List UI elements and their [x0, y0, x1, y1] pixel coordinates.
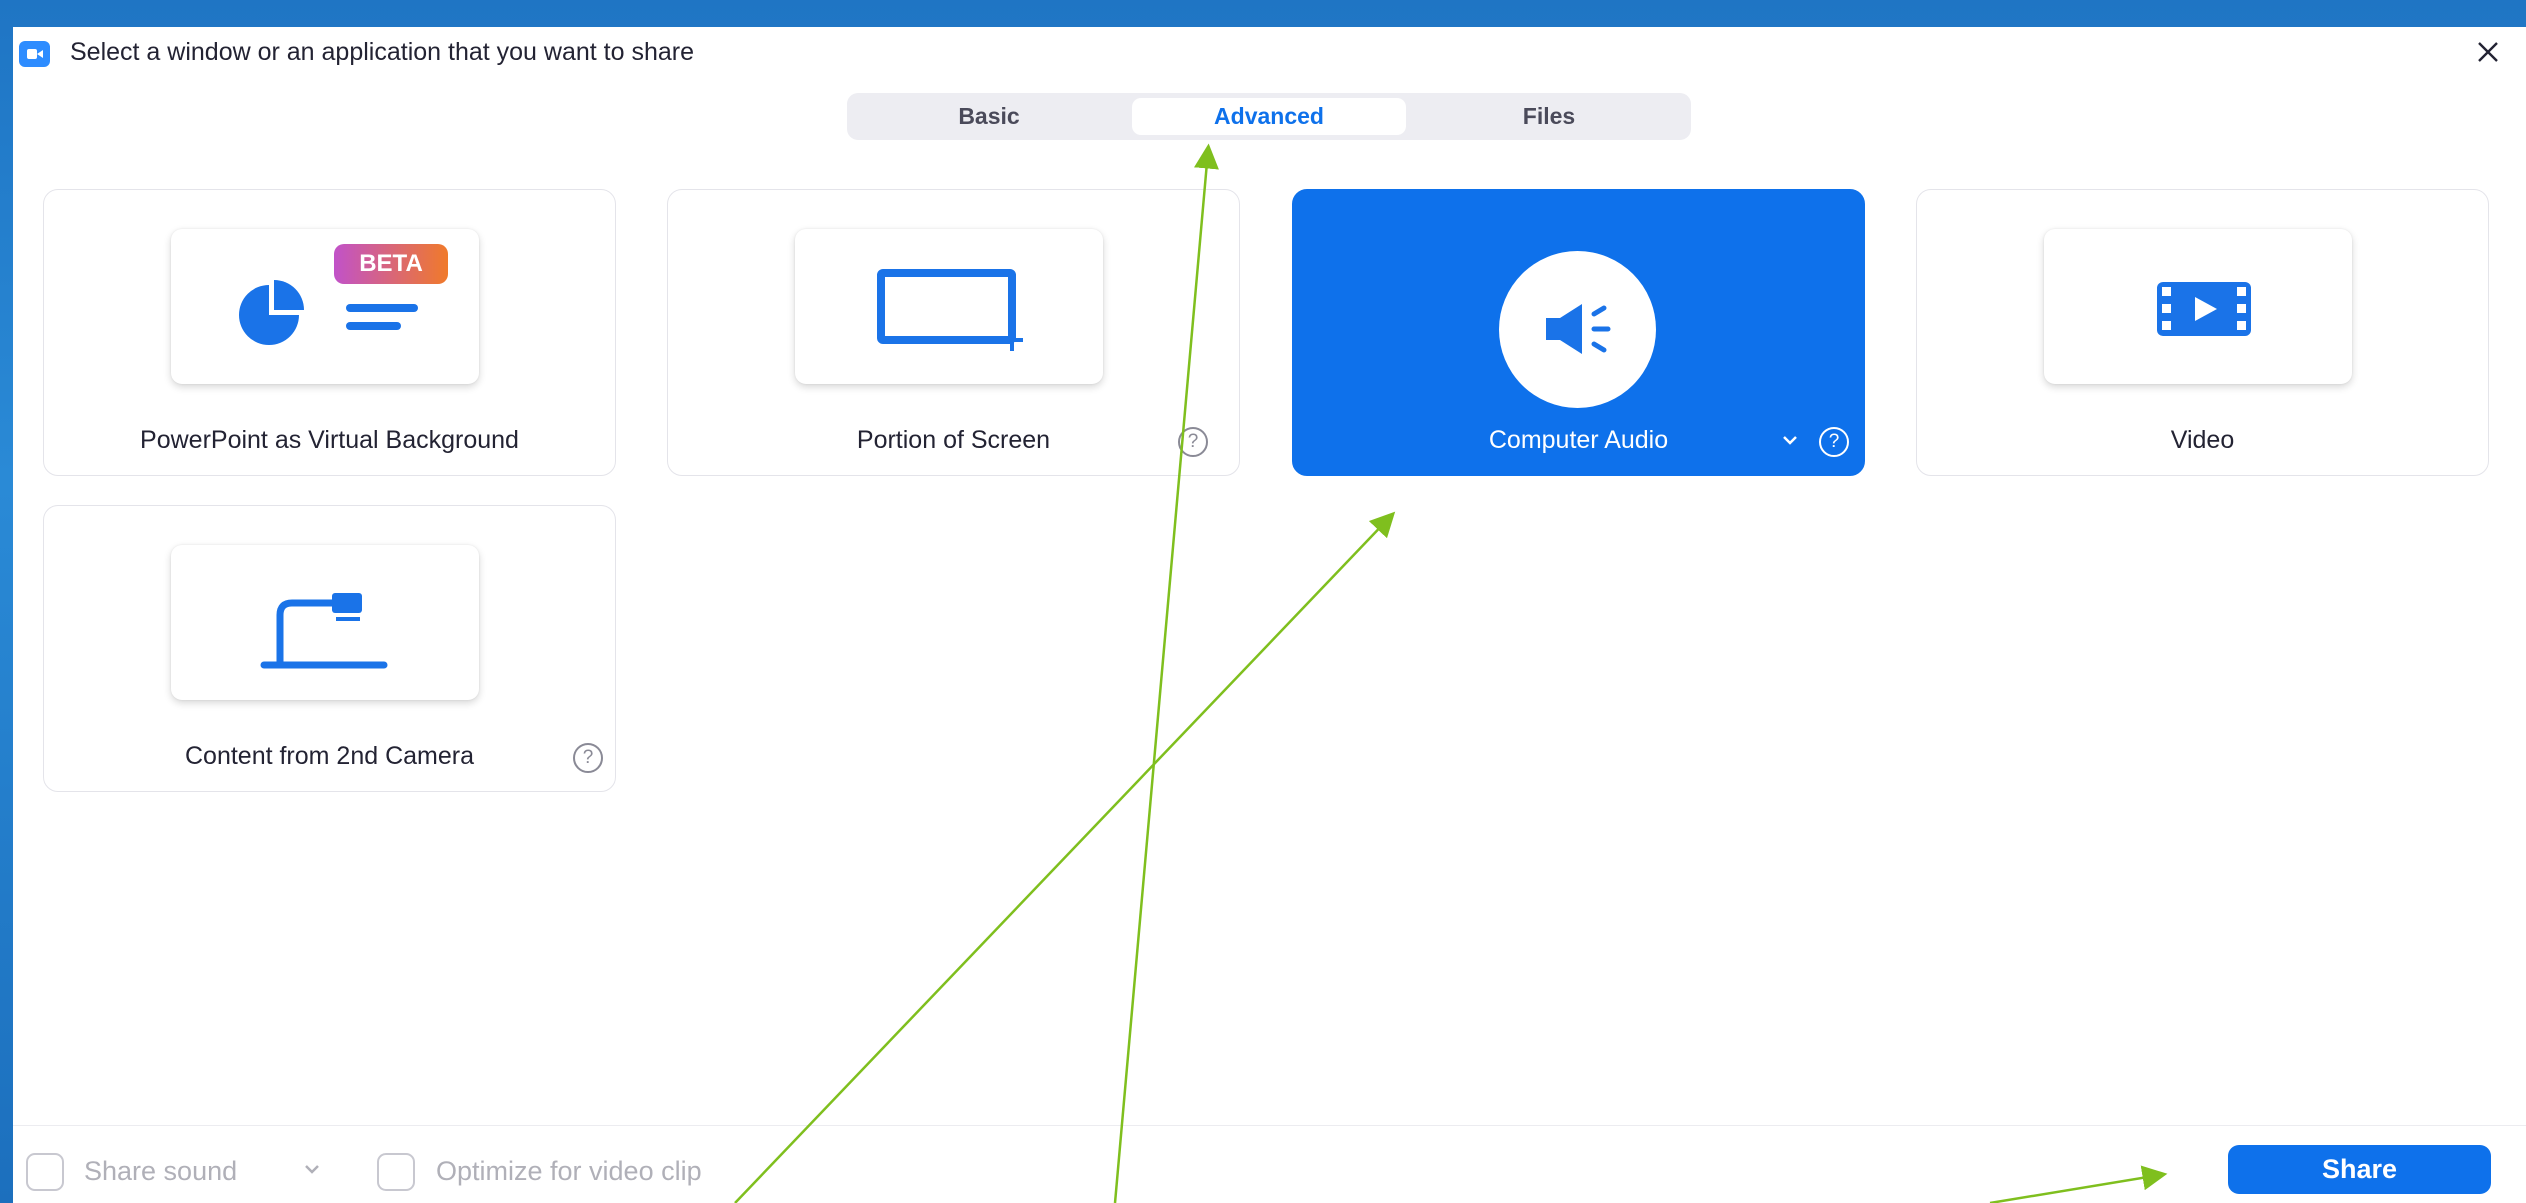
option-label: Portion of Screen — [856, 426, 1051, 454]
option-portion-of-screen[interactable]: Portion of Screen ? — [667, 189, 1240, 476]
close-icon[interactable] — [2468, 32, 2508, 72]
tab-files[interactable]: Files — [1412, 98, 1686, 135]
tab-advanced[interactable]: Advanced — [1132, 98, 1406, 135]
share-screen-dialog: Select a window or an application that y… — [13, 27, 2526, 1203]
dialog-title: Select a window or an application that y… — [70, 38, 694, 66]
option-content-from-2nd-camera[interactable]: Content from 2nd Camera ? — [43, 505, 616, 792]
speaker-icon — [1546, 304, 1611, 354]
option-label: Computer Audio — [1488, 426, 1669, 454]
share-button[interactable]: Share — [2228, 1145, 2491, 1194]
document-camera-icon — [260, 593, 388, 669]
share-button-label: Share — [2321, 1154, 2398, 1184]
help-icon[interactable]: ? — [573, 743, 603, 773]
option-thumbnail — [171, 545, 479, 700]
option-label: Content from 2nd Camera — [184, 742, 475, 770]
share-sound-checkbox[interactable] — [26, 1153, 64, 1191]
tab-advanced-label: Advanced — [1214, 103, 1324, 129]
option-thumbnail — [795, 229, 1103, 384]
option-powerpoint-virtual-background[interactable]: BETA PowerPoint as Virtual Background — [43, 189, 616, 476]
screen-portion-icon — [877, 269, 1023, 351]
option-thumbnail — [2044, 229, 2352, 384]
option-computer-audio[interactable]: Computer Audio ? — [1292, 189, 1865, 476]
help-icon[interactable]: ? — [1178, 427, 1208, 457]
beta-badge: BETA — [334, 244, 448, 284]
help-icon[interactable]: ? — [1819, 427, 1849, 457]
film-icon — [2157, 282, 2251, 336]
option-label: PowerPoint as Virtual Background — [140, 426, 519, 454]
speaker-circle — [1499, 251, 1656, 408]
option-label: Video — [2170, 426, 2235, 454]
zoom-camera-icon — [19, 41, 50, 67]
tab-basic-label: Basic — [958, 103, 1020, 129]
option-thumbnail: BETA — [171, 229, 479, 384]
chevron-down-icon[interactable] — [303, 1162, 321, 1176]
share-type-tabs: Basic Advanced Files — [847, 93, 1691, 140]
tab-files-label: Files — [1522, 103, 1576, 129]
optimize-video-clip-checkbox[interactable] — [377, 1153, 415, 1191]
title-bar: Select a window or an application that y… — [13, 27, 2526, 77]
option-video[interactable]: Video — [1916, 189, 2489, 476]
powerpoint-pie-chart-icon — [239, 280, 304, 345]
optimize-video-clip-label: Optimize for video clip — [436, 1156, 702, 1186]
share-sound-label: Share sound — [84, 1156, 238, 1186]
tab-basic[interactable]: Basic — [852, 98, 1126, 135]
chevron-down-icon[interactable] — [1781, 433, 1799, 447]
